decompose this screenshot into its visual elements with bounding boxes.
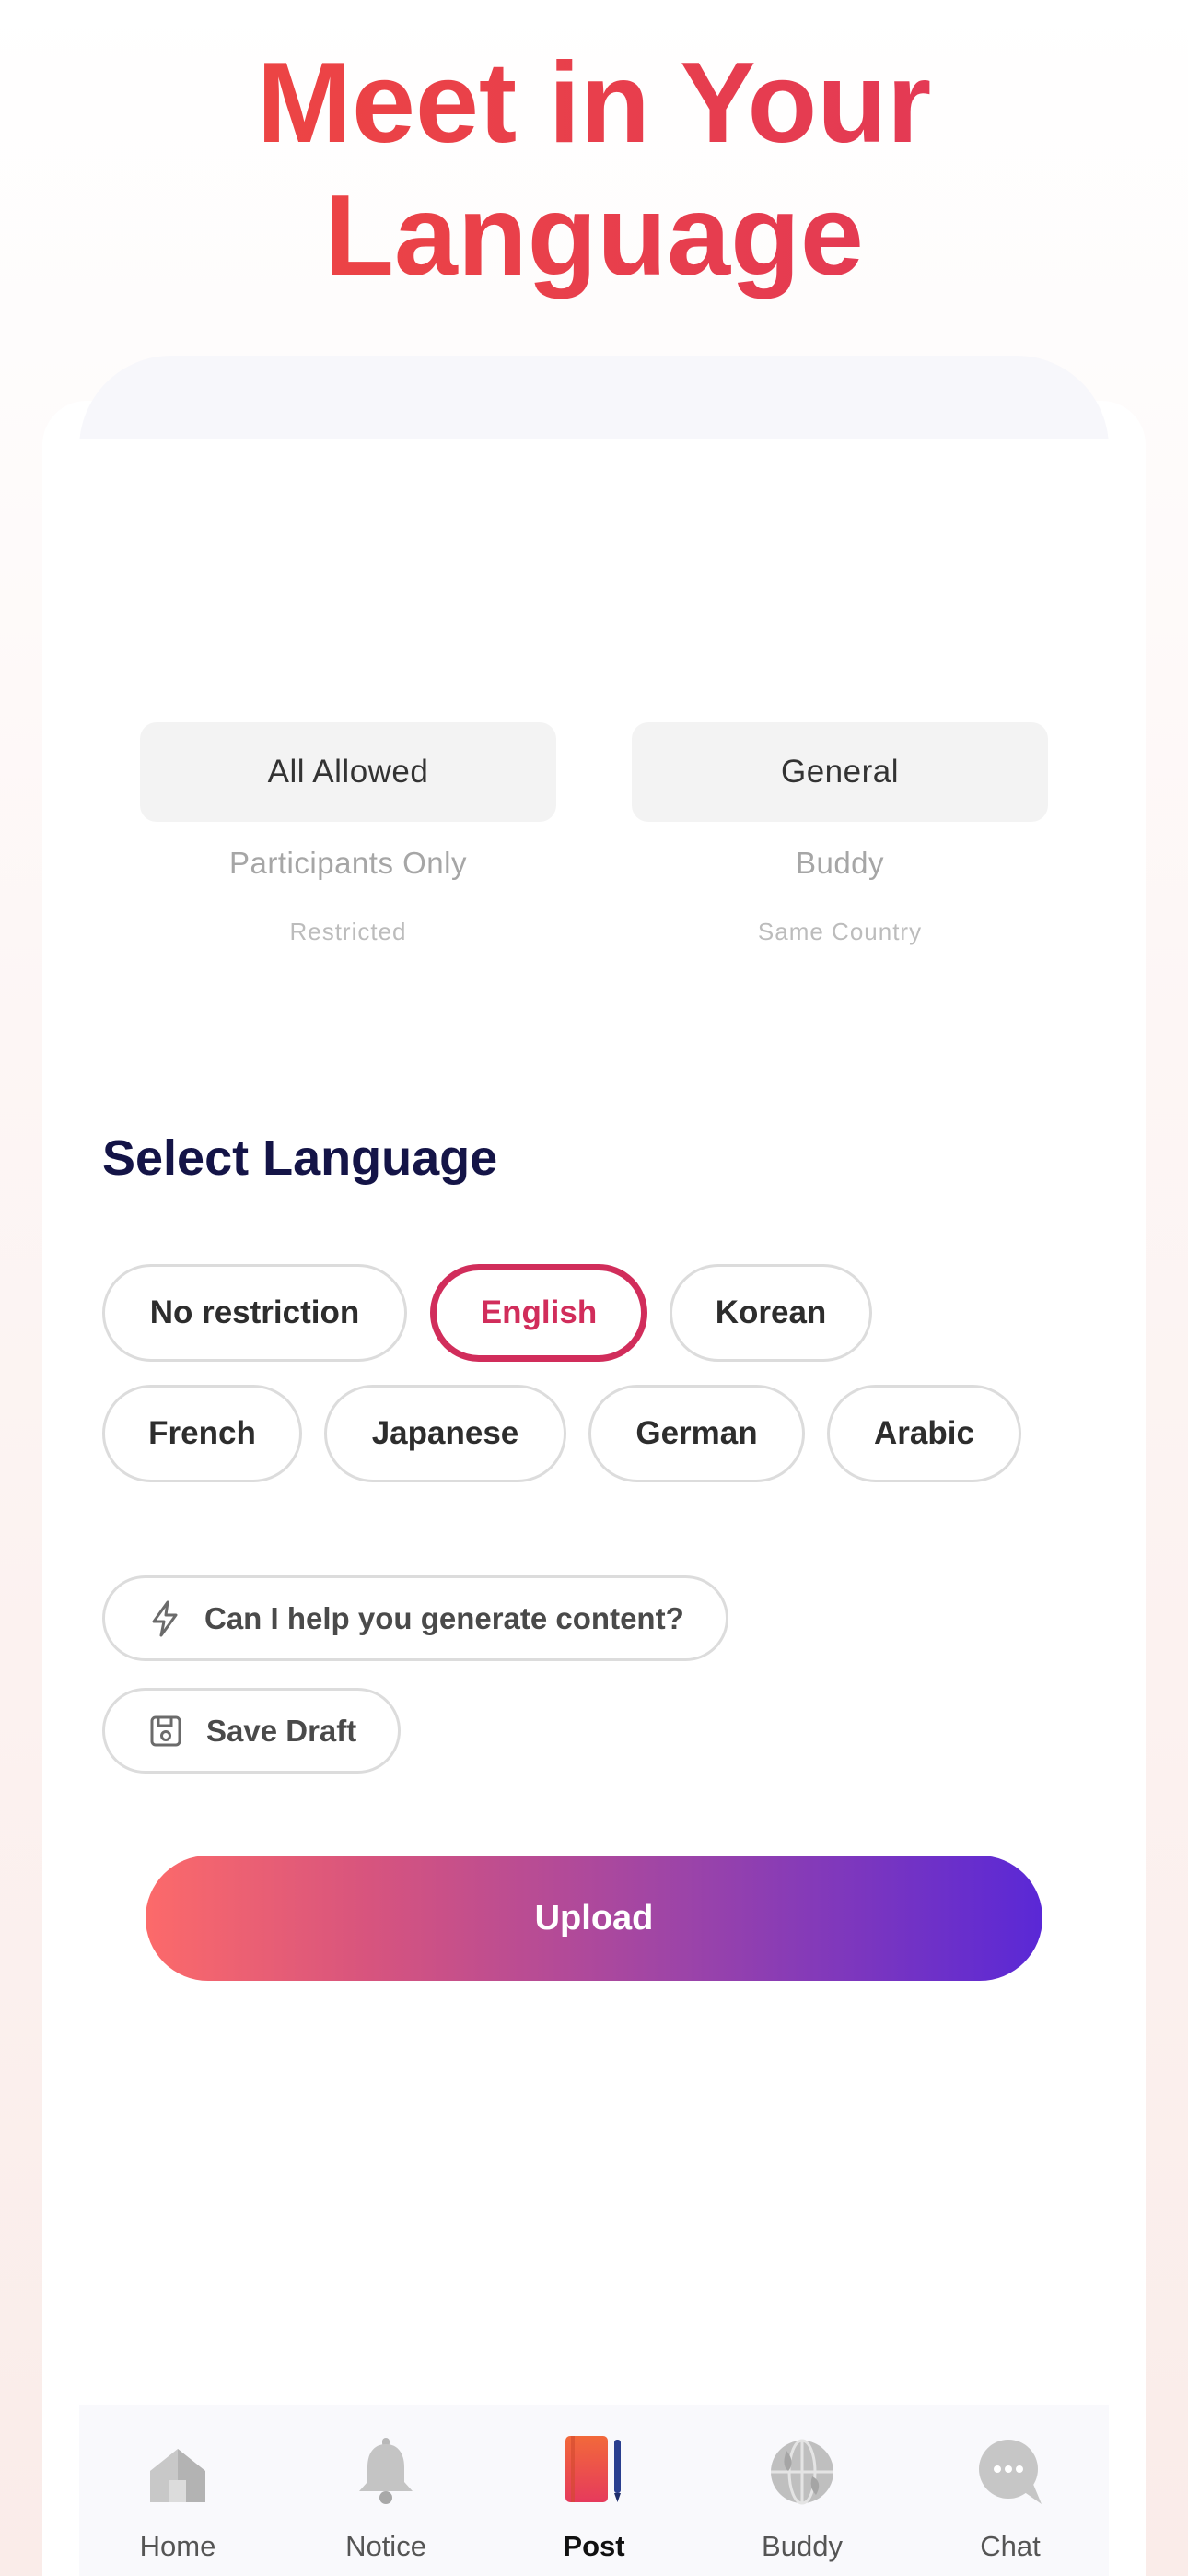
- tab-post[interactable]: Post: [511, 2423, 677, 2563]
- language-chip-japanese[interactable]: Japanese: [324, 1385, 566, 1482]
- language-chip-french[interactable]: French: [102, 1385, 302, 1482]
- language-chip-german[interactable]: German: [588, 1385, 805, 1482]
- audience-picker-option[interactable]: Buddy: [632, 846, 1048, 881]
- visibility-picker-selected[interactable]: All Allowed: [140, 722, 556, 822]
- language-chip-arabic[interactable]: Arabic: [827, 1385, 1021, 1482]
- select-language-title: Select Language: [102, 1130, 498, 1186]
- headline-line-1: Meet in Your: [256, 40, 932, 167]
- language-chip-no-restriction[interactable]: No restriction: [102, 1264, 407, 1362]
- language-chip-english[interactable]: English: [430, 1264, 647, 1362]
- visibility-picker-option[interactable]: Restricted: [140, 918, 556, 946]
- page: Meet in Your Language All Allowed Partic…: [0, 0, 1188, 2576]
- tab-notice[interactable]: Notice: [303, 2423, 469, 2563]
- generate-content-label: Can I help you generate content?: [204, 1600, 684, 1635]
- audience-picker-option[interactable]: Same Country: [632, 918, 1048, 946]
- globe-icon: [771, 2439, 833, 2505]
- bell-icon: [359, 2438, 413, 2504]
- lightning-icon: [152, 1600, 178, 1636]
- upload-button[interactable]: Upload: [146, 1856, 1042, 1981]
- tab-buddy[interactable]: Buddy: [719, 2423, 885, 2563]
- headline-line-2: Language: [324, 172, 864, 299]
- tab-chat[interactable]: Chat: [927, 2423, 1093, 2563]
- floppy-disk-icon: [150, 1715, 181, 1746]
- page-headline: Meet in Your Language: [0, 37, 1188, 302]
- generate-content-button[interactable]: Can I help you generate content?: [102, 1575, 728, 1661]
- language-chip-korean[interactable]: Korean: [670, 1264, 872, 1362]
- chat-bubble-icon: [979, 2440, 1042, 2504]
- tab-buddy-label: Buddy: [762, 2530, 843, 2562]
- tab-notice-label: Notice: [345, 2530, 426, 2562]
- notebook-icon: [565, 2436, 621, 2502]
- home-icon: [150, 2449, 205, 2502]
- save-draft-label: Save Draft: [206, 1713, 357, 1748]
- tab-chat-label: Chat: [980, 2530, 1041, 2562]
- visibility-picker-option[interactable]: Participants Only: [140, 846, 556, 881]
- tab-post-label: Post: [563, 2530, 625, 2562]
- save-draft-button[interactable]: Save Draft: [102, 1688, 401, 1774]
- tab-home[interactable]: Home: [95, 2423, 261, 2563]
- audience-picker[interactable]: General Buddy Same Country: [632, 722, 1048, 946]
- visibility-picker[interactable]: All Allowed Participants Only Restricted: [140, 722, 556, 946]
- audience-picker-selected[interactable]: General: [632, 722, 1048, 822]
- tab-home-label: Home: [139, 2530, 216, 2562]
